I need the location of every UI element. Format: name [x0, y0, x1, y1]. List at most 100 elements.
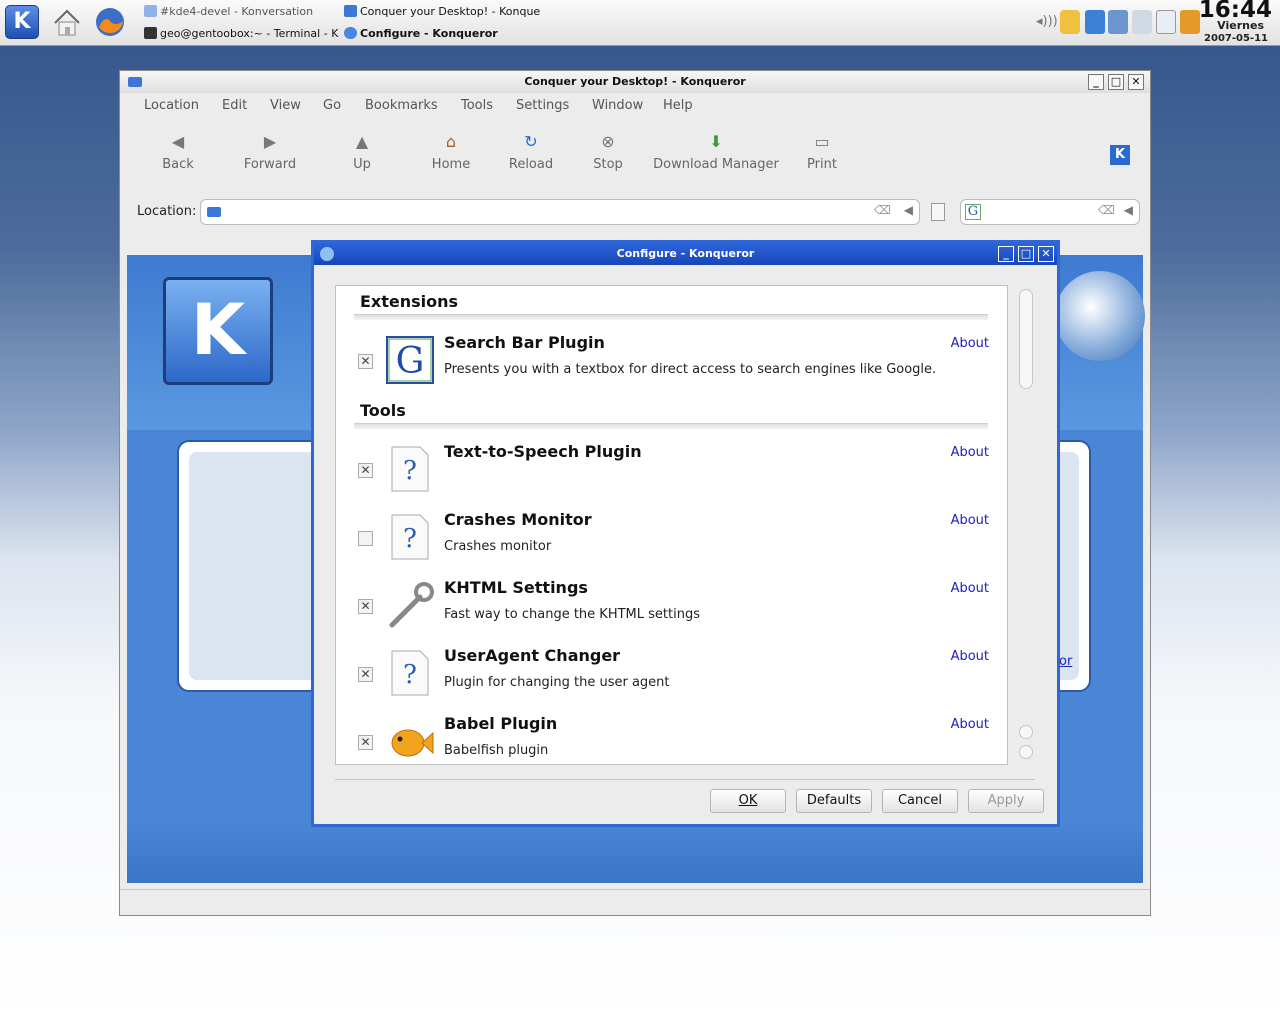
minimize-button[interactable]: _	[1088, 74, 1104, 90]
kde-logo: K	[163, 277, 273, 385]
status-bar	[120, 889, 1150, 915]
section-tools: Tools	[360, 401, 406, 420]
scrollbar-thumb[interactable]	[1019, 289, 1033, 389]
clear-location-icon[interactable]: ⌫	[874, 203, 891, 217]
about-link[interactable]: About	[951, 649, 989, 664]
window-title: Conquer your Desktop! - Konqueror	[524, 75, 746, 88]
task-konversation[interactable]: #kde4-devel - Konversation	[142, 1, 340, 22]
home-icon: ⌂	[445, 132, 457, 151]
history-arrow-icon[interactable]: ◀	[904, 203, 913, 217]
plugin-name: Text-to-Speech Plugin	[444, 442, 642, 461]
menu-tools[interactable]: Tools	[461, 98, 493, 113]
plugin-name: Search Bar Plugin	[444, 333, 605, 352]
plugin-description: Crashes monitor	[444, 539, 552, 554]
defaults-button[interactable]: Defaults	[796, 789, 872, 813]
plugin-list[interactable]: Extensions ✕ G Search Bar Plugin Present…	[335, 285, 1008, 765]
window-title-bar[interactable]: Conquer your Desktop! - Konqueror	[120, 71, 1150, 93]
back-button[interactable]: ◀ Back	[133, 131, 223, 172]
plugin-row-text-to-speech: ✕ ? Text-to-Speech Plugin About	[336, 442, 1007, 513]
about-link[interactable]: About	[951, 581, 989, 596]
firefox-icon	[96, 8, 124, 36]
folder-icon[interactable]	[1180, 10, 1200, 34]
volume-icon[interactable]: ◂)))	[1036, 10, 1058, 34]
unknown-document-icon: ?	[386, 445, 434, 493]
back-arrow-icon: ◀	[171, 132, 185, 151]
firefox-button[interactable]	[93, 5, 127, 39]
up-button[interactable]: ▲ Up	[317, 131, 407, 172]
forward-arrow-icon: ▶	[263, 132, 277, 151]
menu-view[interactable]: View	[270, 98, 301, 113]
about-link[interactable]: About	[951, 445, 989, 460]
menu-help[interactable]: Help	[663, 98, 693, 113]
lock-icon[interactable]	[1060, 10, 1080, 34]
page-link[interactable]: or	[1059, 654, 1072, 669]
menu-location[interactable]: Location	[144, 98, 199, 113]
network-icon[interactable]	[1108, 10, 1128, 34]
plugin-checkbox[interactable]: ✕	[358, 599, 373, 614]
plugin-checkbox[interactable]: ✕	[358, 463, 373, 478]
cancel-button[interactable]: Cancel	[882, 789, 958, 813]
download-manager-button[interactable]: ⬇ Download Manager	[646, 131, 786, 172]
unknown-document-icon: ?	[386, 513, 434, 561]
konqueror-window-icon[interactable]	[128, 77, 142, 87]
task-configure[interactable]: Configure - Konqueror	[342, 23, 540, 44]
unknown-document-icon: ?	[386, 649, 434, 697]
about-link[interactable]: About	[951, 513, 989, 528]
location-field[interactable]: ⌫ ◀	[200, 199, 920, 225]
plugin-checkbox[interactable]: ✕	[358, 667, 373, 682]
calendar-icon[interactable]	[1156, 10, 1176, 34]
dialog-maximize-button[interactable]: □	[1018, 246, 1034, 262]
terminal-icon	[144, 27, 157, 39]
forward-button[interactable]: ▶ Forward	[225, 131, 315, 172]
konqueror-icon[interactable]	[320, 247, 334, 261]
menu-edit[interactable]: Edit	[222, 98, 247, 113]
kde-logo-icon: K	[13, 9, 31, 34]
clock-date: 2007-05-11	[1204, 33, 1268, 44]
plugin-description: Plugin for changing the user agent	[444, 675, 670, 690]
menu-settings[interactable]: Settings	[516, 98, 569, 113]
dialog-close-button[interactable]: ✕	[1038, 246, 1054, 262]
menu-window[interactable]: Window	[592, 98, 643, 113]
section-divider	[354, 423, 988, 429]
home-folder-button[interactable]	[50, 5, 84, 39]
go-icon[interactable]	[931, 203, 945, 221]
plugin-checkbox[interactable]: ✕	[358, 735, 373, 750]
babelfish-icon	[386, 717, 434, 764]
plugin-description: Presents you with a textbox for direct a…	[444, 362, 937, 377]
home-button[interactable]: ⌂ Home	[406, 131, 496, 172]
dialog-title-bar[interactable]: Configure - Konqueror	[314, 243, 1057, 265]
dialog-minimize-button[interactable]: _	[998, 246, 1014, 262]
kde-menu-button[interactable]: K	[5, 5, 39, 39]
plugin-checkbox[interactable]: ✕	[358, 354, 373, 369]
download-icon: ⬇	[709, 132, 723, 151]
svg-text:G: G	[396, 341, 425, 382]
menu-bookmarks[interactable]: Bookmarks	[365, 98, 438, 113]
section-divider	[354, 314, 988, 320]
google-icon[interactable]: G	[965, 204, 981, 220]
scroll-down-button[interactable]	[1019, 745, 1033, 759]
close-button[interactable]: ✕	[1128, 74, 1144, 90]
ok-button[interactable]: OK	[710, 789, 786, 813]
task-terminal[interactable]: geo@gentoobox:~ - Terminal - Konsole	[142, 23, 338, 44]
apply-button[interactable]: Apply	[968, 789, 1044, 813]
klipper-icon[interactable]	[1132, 10, 1152, 34]
about-link[interactable]: About	[951, 336, 989, 351]
about-link[interactable]: About	[951, 717, 989, 732]
svg-text:?: ?	[403, 524, 417, 554]
clear-search-icon[interactable]: ⌫	[1098, 203, 1115, 217]
vertical-scrollbar[interactable]	[1017, 285, 1035, 765]
stop-button[interactable]: ⊗ Stop	[563, 131, 653, 172]
svg-text:?: ?	[403, 456, 417, 486]
plugin-description: Babelfish plugin	[444, 743, 549, 758]
search-field[interactable]: G ⌫ ◀	[960, 199, 1140, 225]
maximize-button[interactable]: □	[1108, 74, 1124, 90]
plugin-checkbox[interactable]	[358, 531, 373, 546]
print-button[interactable]: ▭ Print	[777, 131, 867, 172]
task-konqueror[interactable]: Conquer your Desktop! - Konqueror	[342, 1, 540, 22]
up-arrow-icon: ▲	[355, 132, 369, 151]
svg-text:?: ?	[403, 660, 417, 690]
scroll-up-button[interactable]	[1019, 725, 1033, 739]
menu-go[interactable]: Go	[323, 98, 341, 113]
kopete-icon[interactable]	[1085, 10, 1105, 34]
search-arrow-icon[interactable]: ◀	[1124, 203, 1133, 217]
